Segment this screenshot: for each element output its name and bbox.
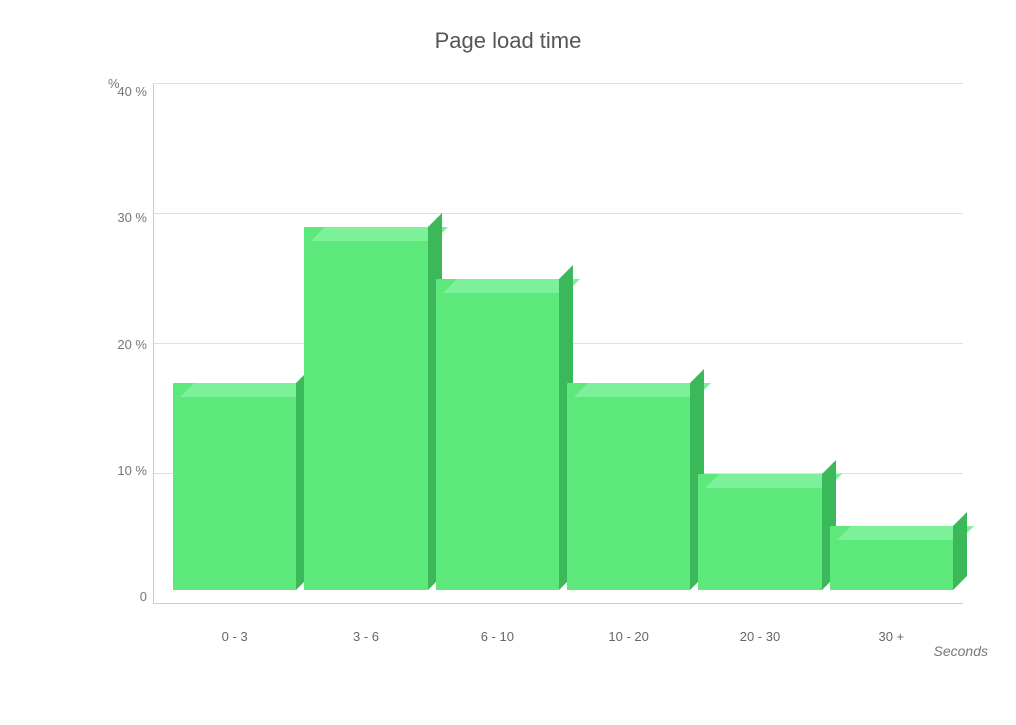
x-axis-unit-label: Seconds <box>934 643 988 659</box>
bar-front-3-6 <box>304 227 427 590</box>
x-label-20-30: 20 - 30 <box>698 629 821 644</box>
bar-group-20-30 <box>698 84 821 604</box>
y-label-20: 20 % <box>117 337 153 352</box>
y-axis: 40 % 30 % 20 % 10 % 0 <box>113 84 153 604</box>
bar-group-3-6 <box>304 84 427 604</box>
x-label-0-3: 0 - 3 <box>173 629 296 644</box>
y-label-30: 30 % <box>117 210 153 225</box>
bar-group-6-10 <box>436 84 559 604</box>
bar-front-30plus <box>830 526 953 590</box>
y-label-0: 0 <box>140 589 153 604</box>
chart-title: Page load time <box>435 28 582 54</box>
bar-3d-3-6 <box>304 227 427 604</box>
bar-front-20-30 <box>698 474 821 590</box>
x-label-3-6: 3 - 6 <box>304 629 427 644</box>
bar-3d-10-20 <box>567 383 690 604</box>
bars-area <box>153 84 963 604</box>
bar-front-10-20 <box>567 383 690 590</box>
chart-container: Page load time % 40 % 30 % 20 % 10 % 0 <box>0 0 1016 725</box>
x-label-10-20: 10 - 20 <box>567 629 690 644</box>
x-labels: 0 - 3 3 - 6 6 - 10 10 - 20 20 - 30 30 + <box>153 629 963 644</box>
bar-3d-20-30 <box>698 474 821 604</box>
bar-group-0-3 <box>173 84 296 604</box>
y-label-10: 10 % <box>117 463 153 478</box>
bar-front-6-10 <box>436 279 559 590</box>
bar-side-30plus <box>953 512 967 590</box>
bar-group-30plus <box>830 84 953 604</box>
bar-3d-30plus <box>830 526 953 604</box>
x-label-6-10: 6 - 10 <box>436 629 559 644</box>
x-label-30plus: 30 + <box>830 629 953 644</box>
chart-area: % 40 % 30 % 20 % 10 % 0 <box>53 84 993 664</box>
y-label-40: 40 % <box>117 84 153 99</box>
bar-3d-0-3 <box>173 383 296 604</box>
bar-group-10-20 <box>567 84 690 604</box>
bar-front-0-3 <box>173 383 296 590</box>
bar-3d-6-10 <box>436 279 559 604</box>
